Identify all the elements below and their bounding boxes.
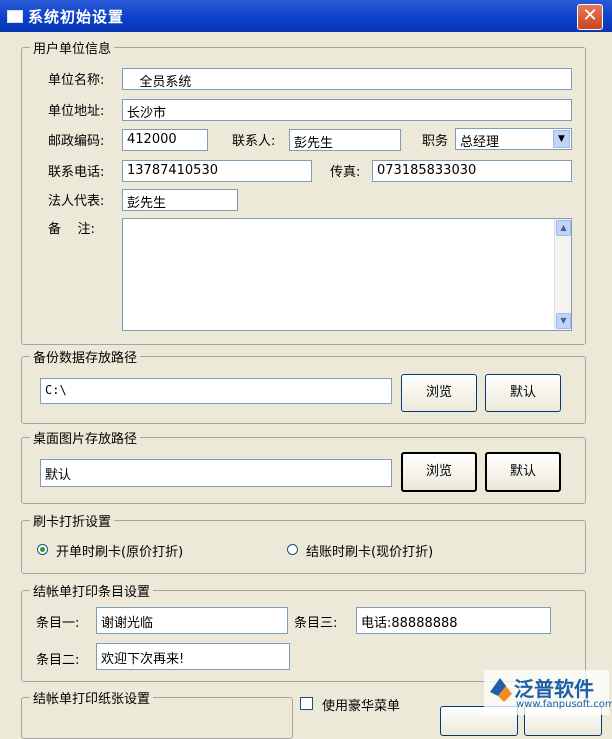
luxury-menu-label[interactable]: 使用豪华菜单 (322, 695, 400, 714)
unit-name-field[interactable]: 全员系统 (122, 68, 572, 90)
phone-field[interactable]: 13787410530 (122, 160, 312, 182)
backup-browse-button[interactable]: 浏览 (401, 374, 477, 412)
item1-label: 条目一: (36, 616, 80, 631)
remark-textarea[interactable]: ▲ ▼ (122, 218, 572, 331)
item3-label: 条目三: (294, 616, 338, 631)
card-discount-legend: 刷卡打折设置 (30, 511, 115, 530)
scroll-down-icon[interactable]: ▼ (556, 313, 571, 329)
fax-field[interactable]: 073185833030 (372, 160, 572, 182)
contact-field[interactable]: 彭先生 (289, 129, 401, 151)
legal-rep-field[interactable]: 彭先生 (122, 189, 238, 211)
wallpaper-default-button[interactable]: 默认 (485, 452, 561, 492)
user-info-legend: 用户单位信息 (30, 38, 115, 57)
postcode-label: 邮政编码: (48, 134, 105, 149)
legal-rep-label: 法人代表: (48, 194, 105, 209)
backup-default-button[interactable]: 默认 (485, 374, 561, 412)
radio-open-bill-label[interactable]: 开单时刷卡(原价打折) (56, 541, 183, 560)
window-title: 系统初始设置 (28, 8, 125, 26)
brand-name: 泛普软件 (514, 677, 594, 701)
radio-selected-dot (40, 547, 45, 552)
wallpaper-path-legend: 桌面图片存放路径 (30, 428, 141, 447)
item3-field[interactable]: 电话:88888888 (356, 607, 551, 634)
title-bar: 系统初始设置 ✕ (0, 0, 612, 32)
position-label: 职务 (422, 134, 449, 149)
receipt-paper-legend: 结帐单打印纸张设置 (30, 688, 154, 707)
radio-checkout[interactable] (287, 544, 298, 555)
brand-url: www.fanpusoft.com (516, 699, 612, 710)
wallpaper-path-field[interactable]: 默认 (40, 459, 392, 487)
remark-label: 备 注: (48, 222, 95, 237)
backup-path-field[interactable]: C:\ (40, 378, 392, 404)
brand-watermark: 泛普软件 www.fanpusoft.com (484, 670, 612, 715)
remark-scrollbar[interactable]: ▲ ▼ (554, 219, 571, 330)
radio-checkout-label[interactable]: 结账时刷卡(现价打折) (306, 541, 433, 560)
wallpaper-browse-button[interactable]: 浏览 (401, 452, 477, 492)
window-icon (7, 10, 23, 23)
position-select[interactable]: 总经理 ▼ (455, 128, 572, 150)
item1-field[interactable]: 谢谢光临 (96, 607, 288, 634)
position-value: 总经理 (460, 135, 500, 150)
postcode-field[interactable]: 412000 (122, 129, 208, 151)
contact-label: 联系人: (232, 134, 276, 149)
scroll-up-icon[interactable]: ▲ (556, 220, 571, 236)
backup-path-legend: 备份数据存放路径 (30, 347, 141, 366)
receipt-items-legend: 结帐单打印条目设置 (30, 581, 154, 600)
phone-label: 联系电话: (48, 165, 105, 180)
luxury-menu-checkbox[interactable] (300, 697, 313, 710)
close-button[interactable]: ✕ (577, 4, 603, 30)
receipt-paper-group: 结帐单打印纸张设置 (21, 688, 293, 739)
unit-address-field[interactable]: 长沙市 (122, 99, 572, 121)
chevron-down-icon[interactable]: ▼ (553, 130, 570, 148)
unit-name-label: 单位名称: (48, 73, 105, 88)
item2-label: 条目二: (36, 653, 80, 668)
radio-open-bill[interactable] (37, 544, 48, 555)
item2-field[interactable]: 欢迎下次再来! (96, 643, 290, 670)
fax-label: 传真: (330, 165, 361, 180)
unit-address-label: 单位地址: (48, 104, 105, 119)
